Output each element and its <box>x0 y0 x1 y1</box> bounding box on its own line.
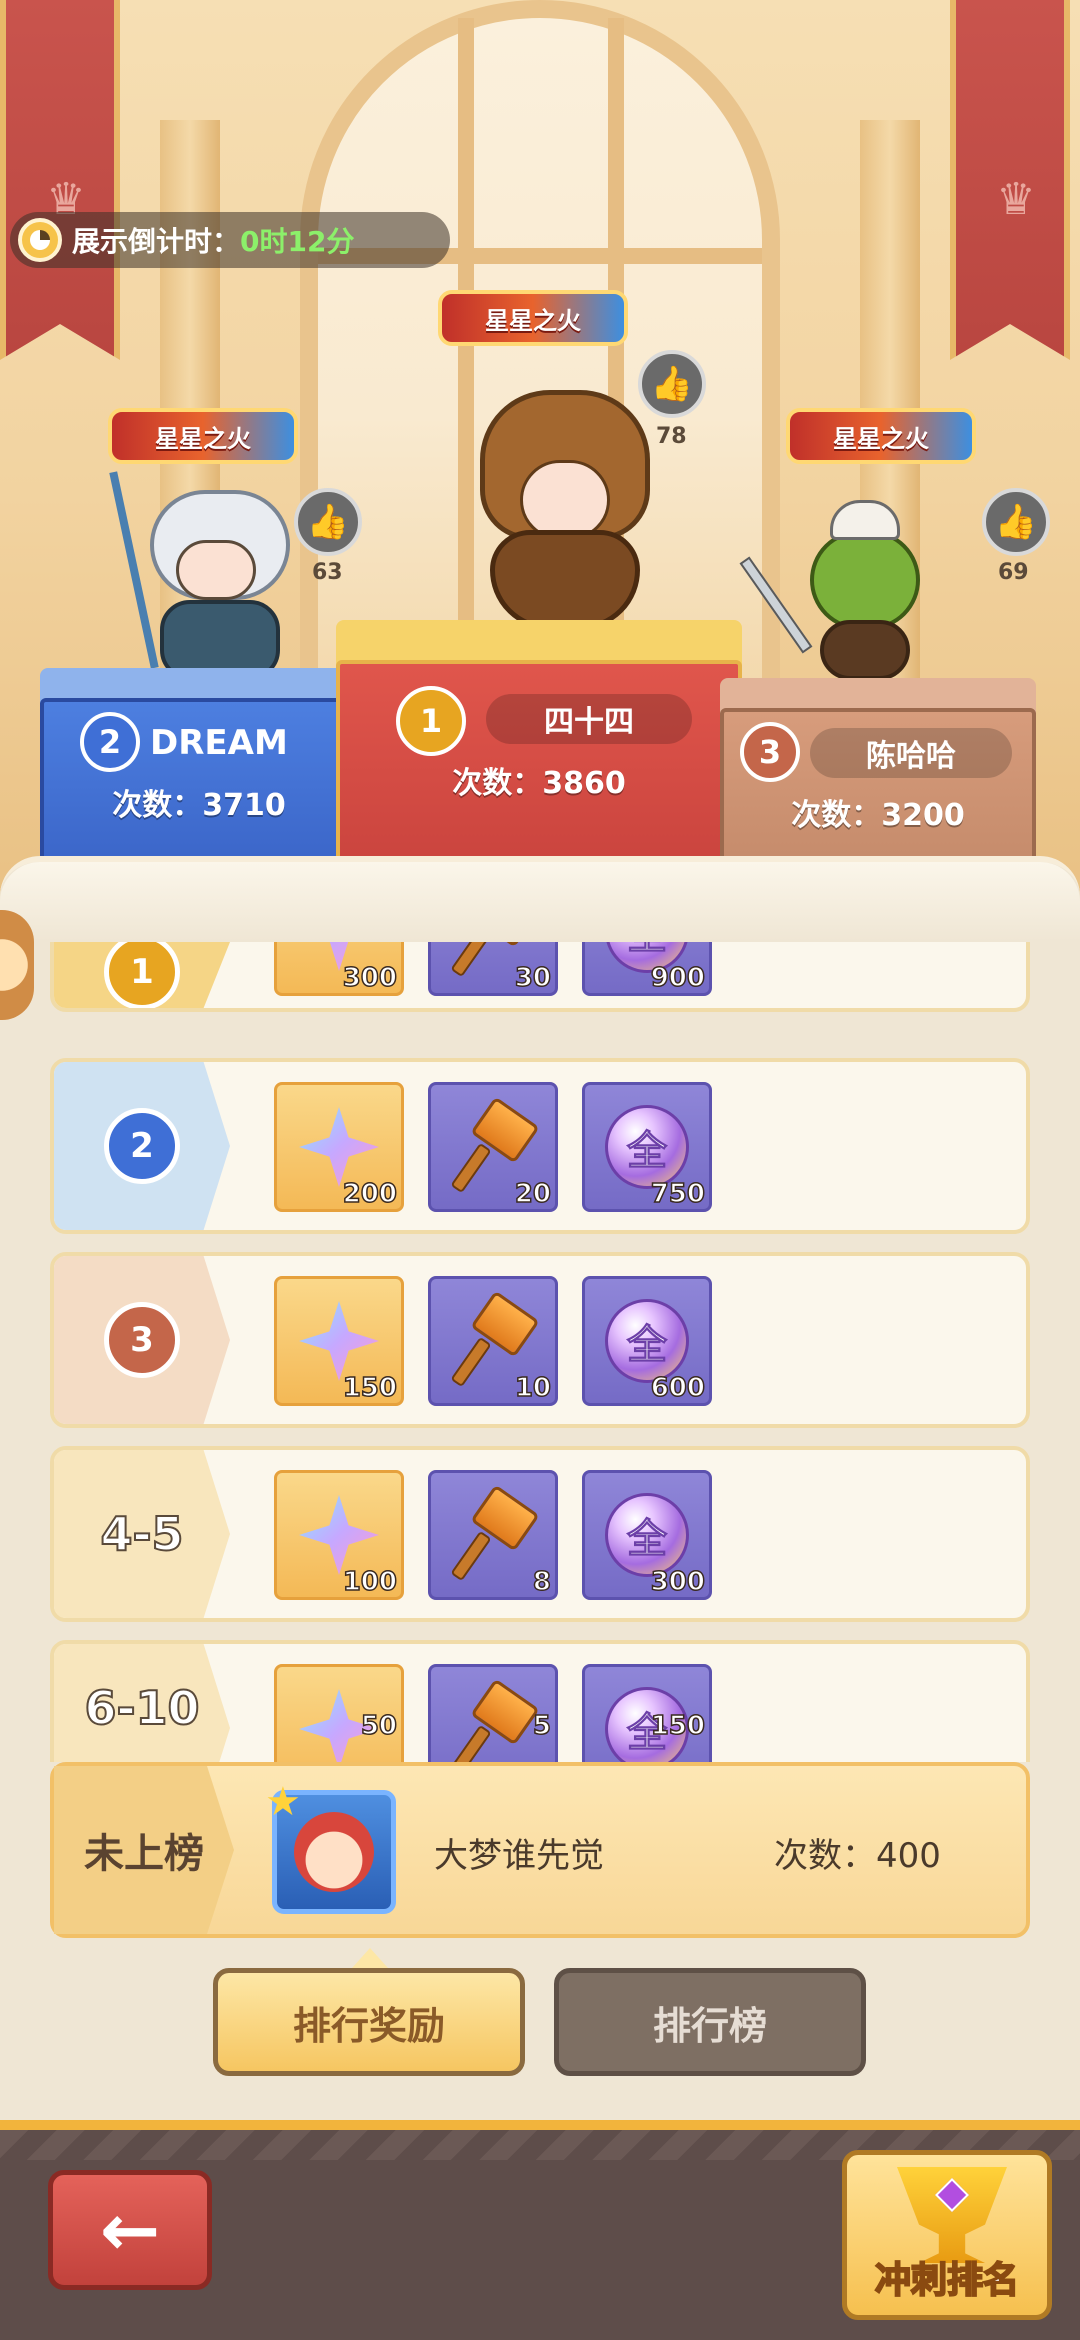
side-avatar-peek <box>0 910 34 1020</box>
podium-second-count: 次数：3710 <box>112 788 286 823</box>
reward-item[interactable]: 20 <box>428 1082 558 1212</box>
rank-3-medal-icon: 3 <box>740 722 800 782</box>
like-button-second[interactable]: 👍 <box>294 488 362 556</box>
all-orb-icon: 全 <box>605 1493 689 1577</box>
back-arrow-icon: ← <box>99 2188 161 2272</box>
thumbs-up-icon: 👍 <box>994 502 1038 542</box>
reward-rank-cell: 4-5 <box>54 1450 230 1618</box>
rank-2-emblem-icon: 2 <box>104 1108 180 1184</box>
reward-row-rank-6-10: 6-10 50 5 全 150 <box>50 1640 1030 1762</box>
rank-1-medal-icon: 1 <box>396 686 466 756</box>
back-button[interactable]: ← <box>48 2170 212 2290</box>
sprint-rank-label: 冲刺排名 <box>874 2259 1020 2302</box>
reward-item[interactable]: 30 <box>428 942 558 996</box>
character-first[interactable] <box>460 380 670 640</box>
podium-first-count: 次数：3860 <box>452 766 626 801</box>
reward-item[interactable]: 5 <box>428 1664 558 1762</box>
like-count-second: 63 <box>312 560 343 585</box>
tab-rank-rewards[interactable]: 排行奖励 <box>213 1968 525 2076</box>
rank-2-medal-icon: 2 <box>80 712 140 772</box>
podium-third-count: 次数：3200 <box>791 798 965 833</box>
my-rank-row: 未上榜 ★ 大梦谁先觉 次数：400 <box>50 1762 1030 1938</box>
thumbs-up-icon: 👍 <box>650 364 694 404</box>
star-icon: ★ <box>265 1779 301 1825</box>
active-tab-pointer <box>352 1948 388 1968</box>
banner-right: ♛ <box>950 0 1070 360</box>
star-gem-icon <box>299 1107 379 1187</box>
podium-second: 2 DREAM 次数：3710 <box>40 668 358 878</box>
title-badge-second: 星星之火 <box>108 408 298 464</box>
reward-item[interactable]: 全900 <box>582 942 712 996</box>
reward-row-rank-2: 2 200 20 全 750 <box>50 1058 1030 1234</box>
star-gem-icon <box>299 1495 379 1575</box>
countdown-value: 0时12分 <box>240 225 355 258</box>
reward-row-rank-1: 1 300 30 全900 <box>50 942 1030 1012</box>
character-second[interactable] <box>109 470 310 690</box>
reward-rank-cell: 6-10 <box>54 1644 230 1762</box>
thumbs-up-icon: 👍 <box>306 502 350 542</box>
reward-item[interactable]: 全 750 <box>582 1082 712 1212</box>
title-badge-first: 星星之火 <box>438 290 628 346</box>
rank-range-label: 4-5 <box>99 1506 184 1562</box>
my-rank-status: 未上榜 <box>54 1766 234 1934</box>
all-orb-icon: 全 <box>605 1299 689 1383</box>
reward-item[interactable]: 300 <box>274 942 404 996</box>
podium-third: 3 陈哈哈 次数：3200 <box>720 678 1036 878</box>
reward-list[interactable]: 1 300 30 全900 2 200 20 全750 3 150 10 全60… <box>0 942 1080 1762</box>
avatar-face <box>294 1812 374 1892</box>
my-count: 次数：400 <box>774 1836 941 1876</box>
rank-1-emblem-icon: 1 <box>104 942 180 1008</box>
rank-3-emblem-icon: 3 <box>104 1302 180 1378</box>
star-gem-icon <box>299 1301 379 1381</box>
like-count-third: 69 <box>998 560 1029 585</box>
reward-item[interactable]: 全 300 <box>582 1470 712 1600</box>
reward-item[interactable]: 全 150 <box>582 1664 712 1762</box>
reward-item[interactable]: 全 600 <box>582 1276 712 1406</box>
title-badge-third: 星星之火 <box>786 408 976 464</box>
reward-rank-cell: 1 <box>54 942 230 1008</box>
reward-item[interactable]: 100 <box>274 1470 404 1600</box>
like-button-first[interactable]: 👍 <box>638 350 706 418</box>
reward-item[interactable]: 8 <box>428 1470 558 1600</box>
display-countdown: 展示倒计时： 0时12分 <box>10 212 450 268</box>
all-orb-icon: 全 <box>605 1105 689 1189</box>
reward-row-rank-4-5: 4-5 100 8 全 300 <box>50 1446 1030 1622</box>
countdown-label: 展示倒计时： <box>72 225 241 258</box>
podium-third-name: 陈哈哈 <box>810 728 1012 778</box>
like-button-third[interactable]: 👍 <box>982 488 1050 556</box>
reward-item[interactable]: 50 <box>274 1664 404 1762</box>
reward-item[interactable]: 10 <box>428 1276 558 1406</box>
character-third[interactable] <box>739 490 950 690</box>
podium-second-name: DREAM <box>150 723 288 763</box>
like-count-first: 78 <box>656 424 687 449</box>
reward-item[interactable]: 200 <box>274 1082 404 1212</box>
my-player-name: 大梦谁先觉 <box>434 1836 604 1876</box>
reward-rank-cell: 2 <box>54 1062 230 1230</box>
hammer-icon <box>448 1678 540 1762</box>
tab-leaderboard[interactable]: 排行榜 <box>554 1968 866 2076</box>
reward-row-rank-3: 3 150 10 全 600 <box>50 1252 1030 1428</box>
podium-first: 1 四十四 次数：3860 <box>336 620 742 880</box>
clock-icon <box>18 218 62 262</box>
banner-left: ♛ <box>0 0 120 360</box>
hammer-icon <box>448 1484 540 1582</box>
reward-item[interactable]: 150 <box>274 1276 404 1406</box>
podium-first-name: 四十四 <box>486 694 692 744</box>
sprint-rank-button[interactable]: 冲刺排名 <box>842 2150 1052 2320</box>
reward-rank-cell: 3 <box>54 1256 230 1424</box>
my-avatar[interactable]: ★ <box>265 1779 396 1914</box>
rank-range-label: 6-10 <box>83 1680 200 1736</box>
